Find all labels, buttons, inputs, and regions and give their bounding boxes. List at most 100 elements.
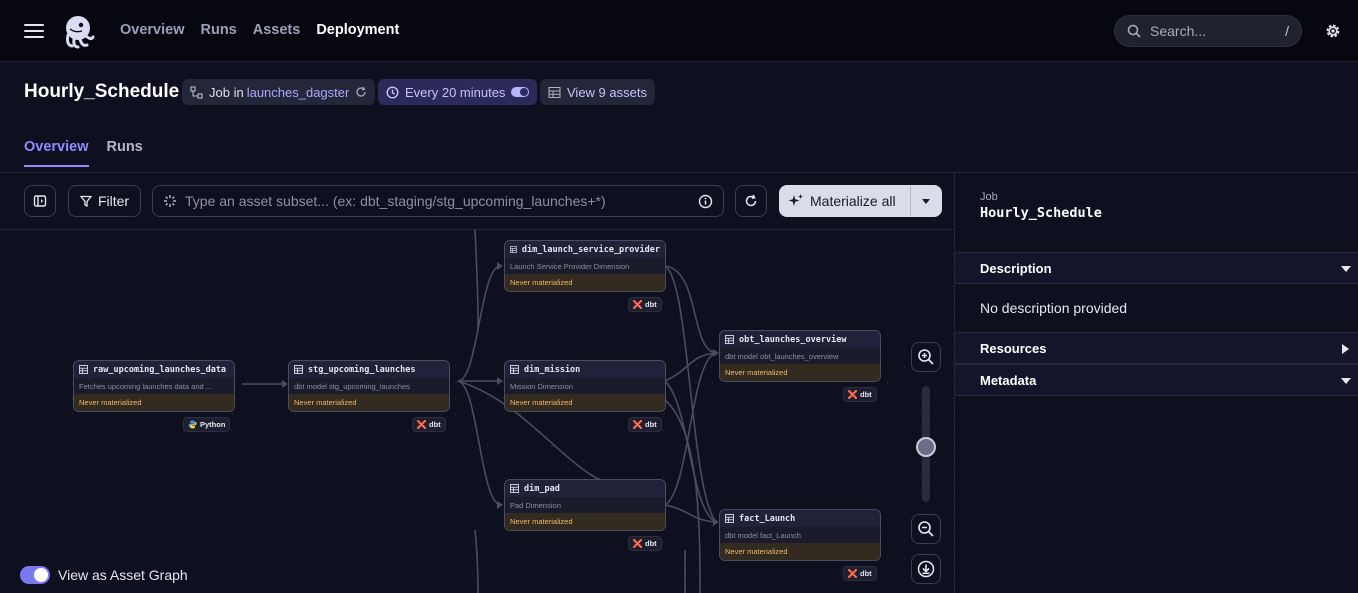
schedule-tag[interactable]: Every 20 minutes [378, 79, 538, 105]
job-location-link[interactable]: launches_dagster [247, 85, 350, 100]
filter-label: Filter [97, 193, 130, 209]
materialize-all-button[interactable]: Materialize all [779, 185, 942, 217]
table-icon [294, 365, 303, 374]
table-icon [510, 246, 517, 253]
filter-button[interactable]: Filter [68, 185, 141, 217]
asset-node-description: dbt model stg_upcoming_launches [294, 381, 410, 391]
download-button[interactable] [911, 554, 941, 584]
top-navigation: Overview Runs Assets Deployment Search..… [0, 0, 1358, 62]
menu-icon[interactable] [24, 24, 44, 38]
table-icon [548, 86, 561, 98]
asset-node-name: dim_mission [524, 364, 581, 375]
asset-node-name: obt_launches_overview [739, 334, 847, 345]
nav-runs[interactable]: Runs [201, 22, 237, 38]
asset-node-status: Never materialized [720, 543, 880, 560]
view-assets-button[interactable]: View 9 assets [540, 79, 655, 105]
asset-node-name: dim_launch_service_provider [521, 244, 660, 255]
nav-links: Overview Runs Assets Deployment [120, 22, 399, 38]
panel-job-name: Hourly_Schedule [980, 205, 1102, 221]
asset-node-status: Never materialized [720, 364, 880, 381]
asset-node-status: Never materialized [505, 274, 665, 291]
table-icon [725, 514, 734, 523]
toggle-sidebar-button[interactable] [24, 185, 56, 217]
section-metadata-label: Metadata [980, 372, 1037, 388]
asset-node-dim-mission[interactable]: dim_mission Mission Dimension Never mate… [504, 360, 666, 412]
search-icon [1127, 24, 1141, 38]
download-icon [917, 560, 935, 578]
dbt-icon [848, 390, 857, 399]
kind-tag-dbt: dbt [628, 297, 662, 312]
view-as-asset-graph-toggle[interactable]: View as Asset Graph [20, 566, 188, 584]
asset-node-stg-upcoming-launches[interactable]: stg_upcoming_launches dbt model stg_upco… [288, 360, 450, 412]
zoom-in-button[interactable] [911, 342, 941, 372]
asset-node-status: Never materialized [74, 394, 234, 411]
nav-overview[interactable]: Overview [120, 22, 185, 38]
search-placeholder: Search... [1150, 23, 1207, 39]
job-location-tag: Job in launches_dagster [182, 79, 376, 105]
table-icon [725, 335, 734, 344]
section-metadata[interactable]: Metadata [955, 364, 1358, 396]
materialize-all-label: Materialize all [810, 193, 896, 209]
kind-label: dbt [860, 390, 872, 399]
chevron-down-icon[interactable] [922, 199, 930, 204]
asset-selection-input[interactable]: Type an asset subset... (ex: dbt_staging… [152, 185, 724, 217]
sparkles-icon [788, 194, 803, 206]
info-icon[interactable] [698, 194, 713, 209]
asset-node-status: Never materialized [505, 394, 665, 411]
zoom-in-icon [918, 349, 934, 365]
tab-runs[interactable]: Runs [107, 139, 143, 167]
asset-node-dim-launch-service-provider[interactable]: dim_launch_service_provider Launch Servi… [504, 240, 666, 292]
table-icon [510, 365, 519, 374]
view-assets-label: View 9 assets [567, 84, 647, 100]
nav-assets[interactable]: Assets [253, 22, 301, 38]
asset-node-raw-upcoming-launches-data[interactable]: raw_upcoming_launches_data Fetches upcom… [73, 360, 235, 412]
dagster-logo[interactable] [60, 13, 96, 49]
page-title: Hourly_Schedule [24, 81, 180, 102]
zoom-out-button[interactable] [911, 514, 941, 544]
chevron-right-icon [1342, 344, 1349, 354]
kind-label: dbt [429, 420, 441, 429]
nav-deployment[interactable]: Deployment [316, 22, 399, 38]
asset-node-description: Fetches upcoming launches data and ... [79, 381, 213, 391]
asset-node-obt-launches-overview[interactable]: obt_launches_overview dbt model obt_laun… [719, 330, 881, 382]
reload-icon[interactable] [355, 86, 367, 98]
zoom-slider-handle[interactable] [916, 437, 936, 457]
kind-tag-dbt: dbt [628, 417, 662, 432]
section-description[interactable]: Description [955, 252, 1358, 284]
dbt-icon [633, 300, 642, 309]
tab-overview[interactable]: Overview [24, 139, 89, 167]
asset-node-description: Mission Dimension [510, 381, 573, 391]
sparkle-icon [164, 195, 176, 207]
search-input[interactable]: Search... / [1114, 15, 1302, 47]
asset-graph-canvas[interactable]: raw_upcoming_launches_data Fetches upcom… [0, 230, 954, 593]
asset-node-dim-pad[interactable]: dim_pad Pad Dimension Never materialized [504, 479, 666, 531]
dbt-icon [633, 420, 642, 429]
section-resources[interactable]: Resources [955, 332, 1358, 364]
asset-node-fact-launch[interactable]: fact_Launch dbt model fact_Launch Never … [719, 509, 881, 561]
gear-icon[interactable] [1324, 22, 1342, 40]
kind-label: dbt [860, 569, 872, 578]
asset-node-name: raw_upcoming_launches_data [93, 364, 227, 375]
kind-tag-dbt: dbt [843, 387, 877, 402]
filter-icon [79, 195, 92, 207]
asset-node-description: Launch Service Provider Dimension [510, 261, 630, 271]
kind-tag-dbt: dbt [412, 417, 446, 432]
asset-node-description: dbt model fact_Launch [725, 530, 801, 540]
refresh-button[interactable] [735, 185, 767, 217]
python-icon [188, 420, 197, 429]
button-divider [910, 186, 911, 216]
asset-node-description: Pad Dimension [510, 500, 561, 510]
dbt-icon [848, 569, 857, 578]
asset-node-status: Never materialized [289, 394, 449, 411]
schedule-toggle[interactable] [511, 87, 530, 97]
toggle-switch[interactable] [20, 566, 50, 584]
chevron-down-icon [1341, 266, 1351, 272]
dbt-icon [417, 420, 426, 429]
panel-kind: Job [980, 191, 998, 203]
job-icon [190, 86, 203, 98]
asset-node-status: Never materialized [505, 513, 665, 530]
asset-node-name: fact_Launch [739, 513, 796, 524]
asset-node-description: dbt model obt_launches_overview [725, 351, 839, 361]
kind-label: dbt [645, 539, 657, 548]
asset-node-name: dim_pad [524, 483, 560, 494]
